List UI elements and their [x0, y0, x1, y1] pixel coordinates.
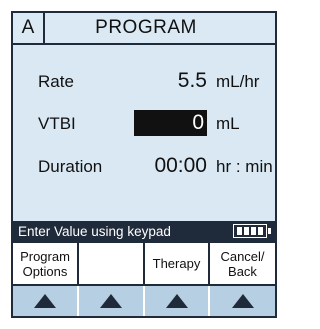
channel-indicator: A	[13, 13, 45, 43]
up-arrow-icon	[100, 294, 122, 308]
rate-row[interactable]: Rate 5.5 mL/hr	[13, 65, 275, 99]
softkey-1-button[interactable]	[13, 286, 79, 316]
battery-cell	[258, 227, 263, 235]
vtbi-unit: mL	[216, 114, 240, 133]
up-arrow-icon	[34, 294, 56, 308]
softkey-program-options[interactable]: Program Options	[13, 243, 79, 284]
vtbi-label: VTBI	[38, 114, 76, 133]
rate-label: Rate	[38, 72, 74, 91]
softkey-blank[interactable]	[79, 243, 145, 284]
rate-value[interactable]: 5.5	[127, 68, 207, 94]
status-bar: Enter Value using keypad	[13, 221, 275, 243]
battery-cell	[244, 227, 249, 235]
header-bar: A PROGRAM	[13, 13, 275, 45]
softkey-therapy[interactable]: Therapy	[145, 243, 210, 284]
softkey-labels: Program Options Therapy Cancel/ Back	[13, 243, 275, 286]
softkey-3-button[interactable]	[145, 286, 210, 316]
pump-screen: A PROGRAM Rate 5.5 mL/hr VTBI 0 mL Durat…	[11, 11, 277, 318]
vtbi-row[interactable]: VTBI 0 mL	[13, 107, 275, 141]
softkey-2-button[interactable]	[79, 286, 145, 316]
duration-unit: hr : min	[216, 157, 273, 176]
duration-label: Duration	[38, 157, 103, 176]
battery-cell	[237, 227, 242, 235]
battery-full-icon	[233, 224, 271, 238]
vtbi-value-field[interactable]: 0	[134, 110, 207, 136]
softkey-cancel-back[interactable]: Cancel/ Back	[210, 243, 275, 284]
softkey-4-button[interactable]	[210, 286, 275, 316]
screen-title: PROGRAM	[95, 17, 197, 38]
up-arrow-icon	[231, 294, 254, 308]
duration-row[interactable]: Duration 00:00 hr : min	[13, 150, 275, 184]
rate-unit: mL/hr	[216, 72, 260, 91]
battery-cell	[251, 227, 256, 235]
duration-value[interactable]: 00:00	[117, 153, 207, 179]
softkey-buttons	[13, 286, 275, 316]
up-arrow-icon	[165, 294, 188, 308]
status-message: Enter Value using keypad	[18, 224, 171, 239]
